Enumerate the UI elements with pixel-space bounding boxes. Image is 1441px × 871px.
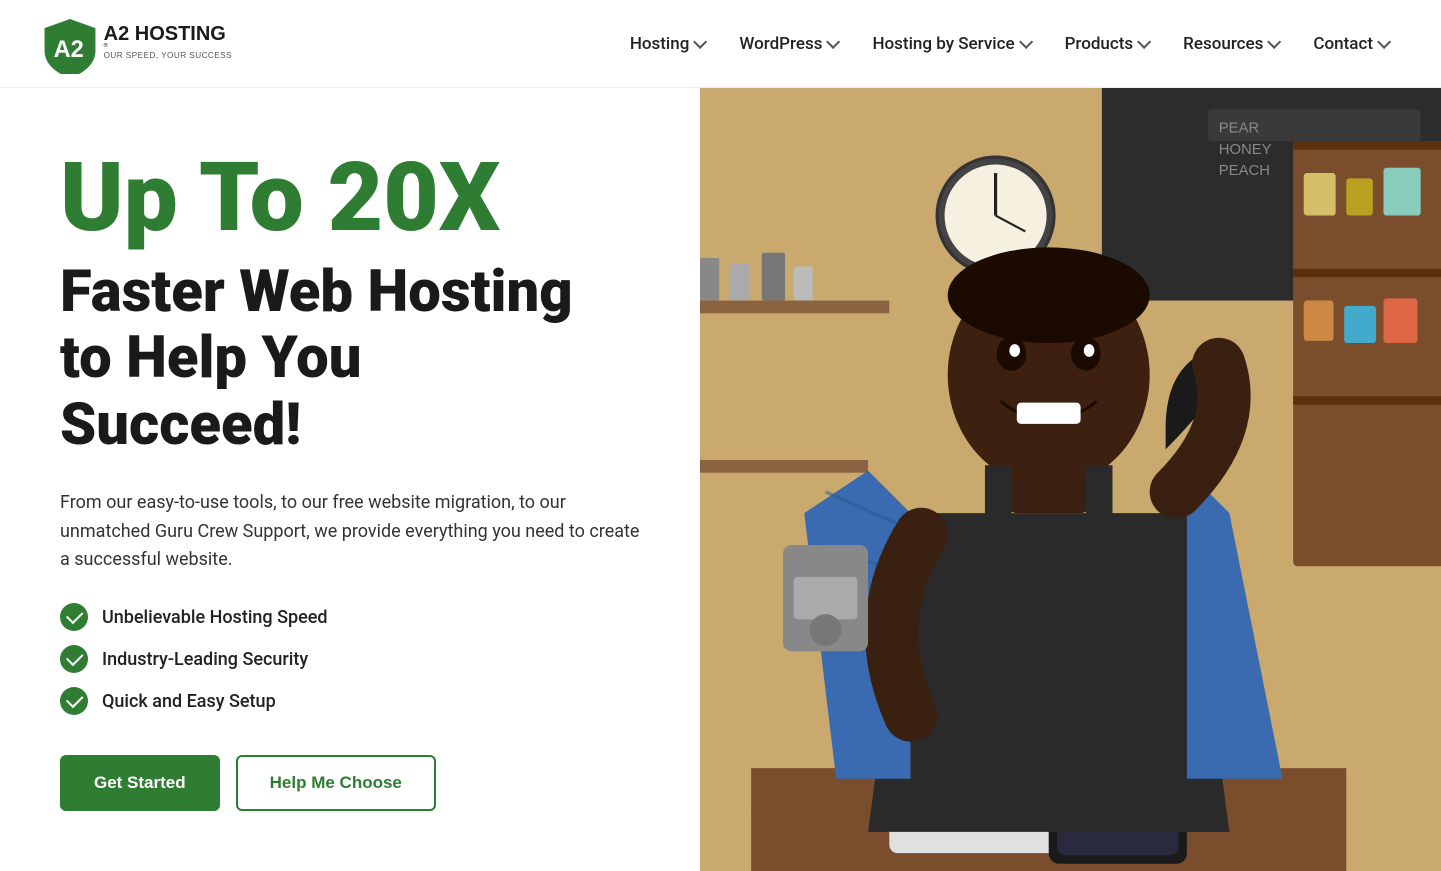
nav-hosting[interactable]: Hosting xyxy=(616,26,718,62)
svg-text:PEACH: PEACH xyxy=(1219,163,1270,179)
check-icon xyxy=(60,603,88,631)
hero-content: Up To 20X Faster Web Hostingto Help YouS… xyxy=(0,88,700,871)
nav-products[interactable]: Products xyxy=(1051,26,1162,62)
nav-contact[interactable]: Contact xyxy=(1299,26,1401,62)
hero-buttons: Get Started Help Me Choose xyxy=(60,755,650,811)
feature-item-setup: Quick and Easy Setup xyxy=(60,687,650,715)
svg-text:®: ® xyxy=(104,42,108,49)
logo[interactable]: A2 A2 HOSTING ® OUR SPEED, YOUR SUCCESS xyxy=(40,14,240,74)
svg-text:HONEY: HONEY xyxy=(1219,142,1272,158)
chevron-down-icon xyxy=(1137,34,1151,48)
feature-item-security: Industry-Leading Security xyxy=(60,645,650,673)
feature-item-speed: Unbelievable Hosting Speed xyxy=(60,603,650,631)
navbar: A2 A2 HOSTING ® OUR SPEED, YOUR SUCCESS … xyxy=(0,0,1441,88)
svg-text:PEAR: PEAR xyxy=(1219,121,1260,137)
check-icon xyxy=(60,645,88,673)
hero-description: From our easy-to-use tools, to our free … xyxy=(60,489,650,575)
svg-text:OUR SPEED, YOUR SUCCESS: OUR SPEED, YOUR SUCCESS xyxy=(104,51,232,60)
svg-text:A2: A2 xyxy=(54,37,84,63)
nav-wordpress[interactable]: WordPress xyxy=(725,26,850,62)
check-icon xyxy=(60,687,88,715)
feature-list: Unbelievable Hosting Speed Industry-Lead… xyxy=(60,603,650,715)
nav-links: Hosting WordPress Hosting by Service Pro… xyxy=(616,26,1401,62)
hero-image: PEAR HONEY PEACH xyxy=(700,88,1441,871)
help-me-choose-button[interactable]: Help Me Choose xyxy=(236,755,436,811)
get-started-button[interactable]: Get Started xyxy=(60,755,220,811)
svg-text:A2 HOSTING: A2 HOSTING xyxy=(104,22,226,44)
hero-headline-dark: Faster Web Hostingto Help YouSucceed! xyxy=(60,259,650,459)
chevron-down-icon xyxy=(1019,34,1033,48)
chevron-down-icon xyxy=(827,34,841,48)
hero-background: PEAR HONEY PEACH xyxy=(700,88,1441,871)
hero-section: Up To 20X Faster Web Hostingto Help YouS… xyxy=(0,88,1441,871)
chevron-down-icon xyxy=(1267,34,1281,48)
nav-resources[interactable]: Resources xyxy=(1169,26,1291,62)
chevron-down-icon xyxy=(693,34,707,48)
chevron-down-icon xyxy=(1377,34,1391,48)
hero-headline-green: Up To 20X xyxy=(60,148,650,249)
nav-hosting-by-service[interactable]: Hosting by Service xyxy=(858,26,1042,62)
